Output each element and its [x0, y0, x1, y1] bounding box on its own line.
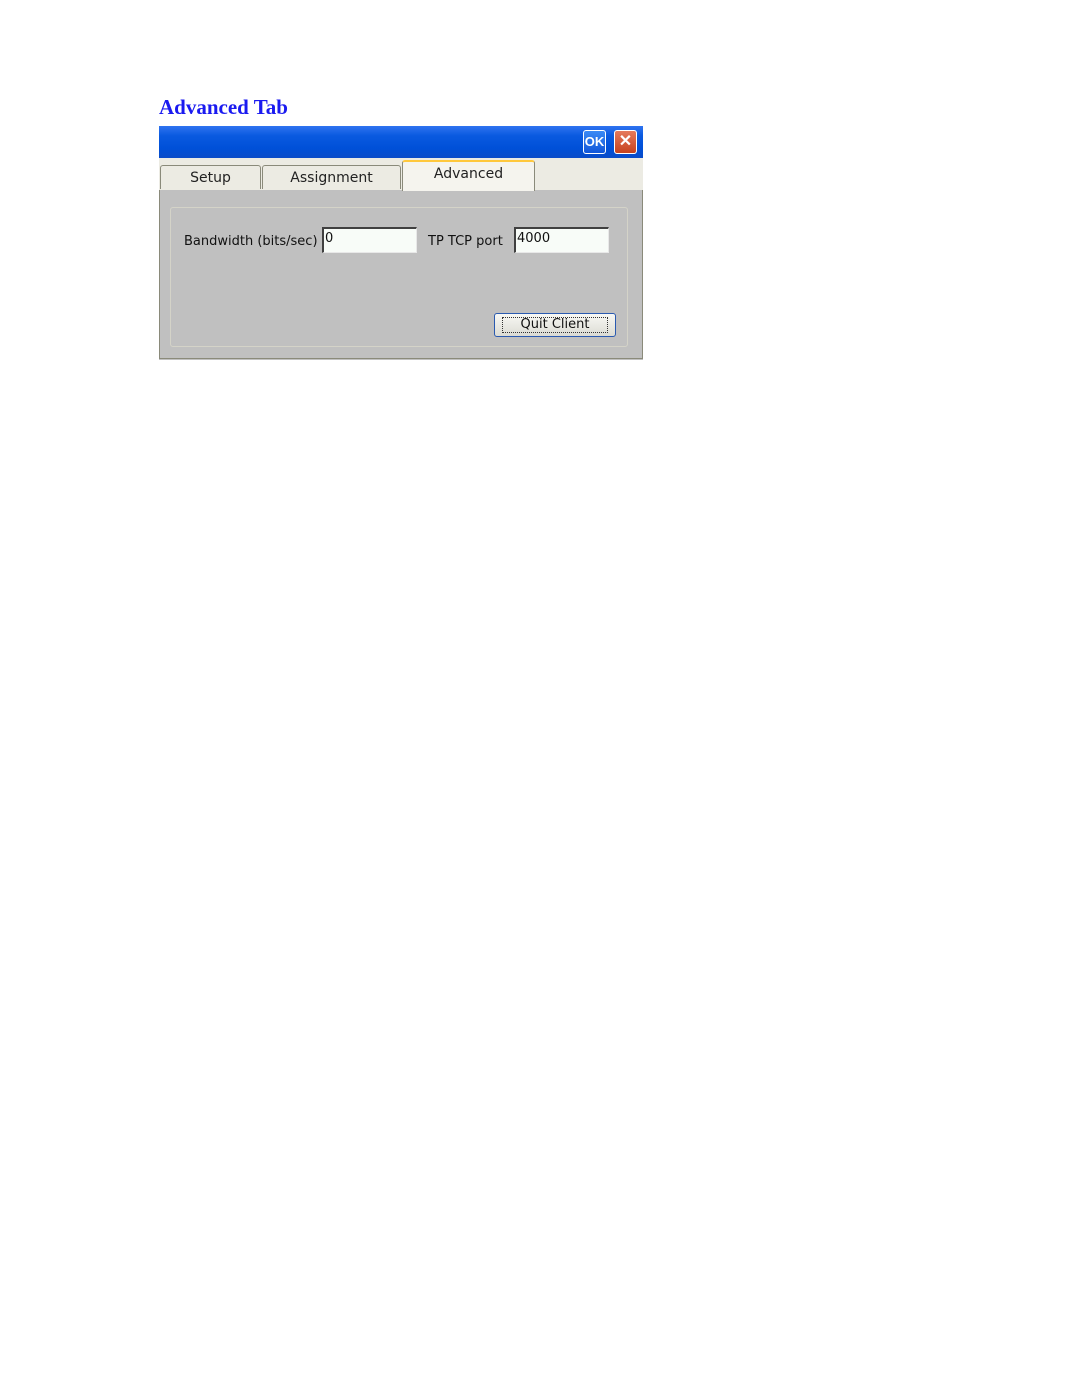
port-input[interactable]: 4000 [514, 227, 609, 253]
title-bar: OK ✕ [159, 126, 643, 158]
tab-setup[interactable]: Setup [160, 165, 261, 189]
tab-advanced[interactable]: Advanced [402, 160, 535, 191]
section-heading: Advanced Tab [159, 95, 288, 119]
bandwidth-label: Bandwidth (bits/sec) [184, 234, 318, 249]
quit-client-button[interactable]: Quit Client [494, 313, 616, 337]
tab-strip: Setup Assignment Advanced [159, 158, 643, 191]
tab-assignment[interactable]: Assignment [262, 165, 401, 189]
dialog-window: OK ✕ Setup Assignment Advanced Bandwidth… [159, 126, 643, 360]
ok-button[interactable]: OK [583, 130, 606, 154]
tab-panel: Bandwidth (bits/sec) 0 TP TCP port 4000 … [159, 190, 643, 359]
port-label: TP TCP port [428, 234, 503, 249]
close-icon: ✕ [618, 133, 633, 150]
close-button[interactable]: ✕ [614, 130, 637, 154]
quit-client-label: Quit Client [501, 317, 609, 333]
bandwidth-input[interactable]: 0 [322, 227, 417, 253]
